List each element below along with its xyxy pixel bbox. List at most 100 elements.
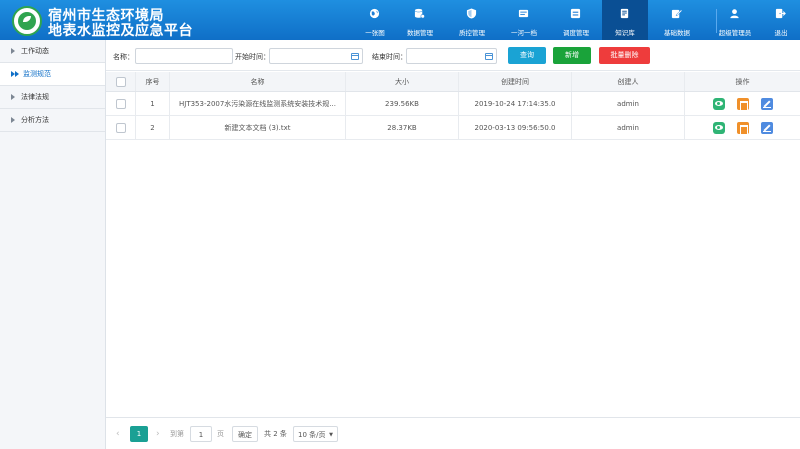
total-count: 共 2 条 [264, 430, 287, 438]
prev-page-icon[interactable]: ‹ [116, 426, 120, 442]
nav-quality-control[interactable]: 质控管理 [446, 0, 498, 40]
cell-name: 新建文本文档 (3).txt [170, 116, 346, 139]
nav-logout[interactable]: 退出 [764, 0, 798, 40]
sidebar-item-laws[interactable]: 法律法规 [0, 86, 105, 109]
main-content: 名称： 开始时间： 结束时间： 查询 新增 批量删除 序号 名称 大小 创建时间… [106, 40, 800, 449]
exit-icon [775, 8, 786, 19]
goto-label: 到第 [170, 430, 184, 438]
cell-actions [685, 92, 800, 115]
dispatch-icon [570, 8, 581, 19]
database-icon [414, 8, 425, 19]
chevron-right-icon [15, 71, 19, 77]
nav-dispatch-management[interactable]: 调度管理 [550, 0, 602, 40]
table-row: 1 HJT353-2007水污染源在线监测系统安装技术规... 239.56KB… [106, 92, 800, 116]
shield-icon [466, 8, 477, 19]
nav-knowledge-base[interactable]: 知识库 [602, 0, 648, 40]
goto-page-input[interactable]: 1 [190, 426, 212, 442]
calendar-icon[interactable] [485, 53, 493, 60]
nav-label: 知识库 [615, 29, 635, 37]
start-time-label: 开始时间： [235, 53, 270, 61]
nav-label: 一张图 [365, 29, 385, 37]
nav-label: 退出 [774, 29, 788, 37]
header-size: 大小 [346, 72, 459, 91]
logo [12, 6, 42, 36]
table-header: 序号 名称 大小 创建时间 创建人 操作 [106, 72, 800, 92]
sidebar: 工作动态 监测规范 法律法规 分析方法 [0, 40, 106, 449]
edit-icon[interactable] [760, 121, 773, 134]
trash-icon[interactable] [736, 97, 749, 111]
nav-label: 数据管理 [407, 29, 433, 37]
chevron-down-icon: ▼ [329, 432, 333, 438]
chevron-right-icon [11, 117, 15, 123]
table-row: 2 新建文本文档 (3).txt 28.37KB 2020-03-13 09:5… [106, 116, 800, 140]
user-icon [730, 9, 739, 19]
edit-icon[interactable] [760, 97, 773, 110]
nav-basic-data[interactable]: 基础数据 [648, 0, 706, 40]
cell-size: 28.37KB [346, 116, 459, 139]
add-button[interactable]: 新增 [553, 47, 591, 64]
start-time-input[interactable] [269, 48, 363, 64]
view-icon[interactable] [712, 121, 725, 134]
nav-one-map[interactable]: 一张图 [356, 0, 394, 40]
file-table: 序号 名称 大小 创建时间 创建人 操作 1 HJT353-2007水污染源在线… [106, 72, 800, 140]
header-no: 序号 [136, 72, 170, 91]
nav-data-management[interactable]: 数据管理 [394, 0, 446, 40]
page-unit-label: 页 [217, 430, 224, 438]
row-select-cell [106, 116, 136, 139]
batch-delete-button[interactable]: 批量删除 [599, 47, 650, 64]
sidebar-item-label: 法律法规 [21, 93, 49, 101]
page-current[interactable]: 1 [130, 426, 148, 442]
select-all-cell [106, 72, 136, 91]
name-input[interactable] [135, 48, 233, 64]
next-page-icon[interactable]: › [156, 426, 160, 442]
chevron-right-icon [11, 94, 15, 100]
row-checkbox[interactable] [115, 122, 126, 133]
chevron-right-icon [11, 48, 15, 54]
nav-label: 调度管理 [563, 29, 589, 37]
sidebar-item-analysis-methods[interactable]: 分析方法 [0, 109, 105, 132]
select-all-checkbox[interactable] [115, 76, 126, 87]
cell-created-time: 2019-10-24 17:14:35.0 [459, 92, 572, 115]
nav-label: 超级管理员 [718, 29, 752, 37]
pagination: ‹ 1 › 到第 1 页 确定 共 2 条 10 条/页 ▼ [106, 417, 800, 449]
nav-label: 质控管理 [459, 29, 485, 37]
sidebar-item-label: 工作动态 [21, 47, 49, 55]
cell-actions [685, 116, 800, 139]
sidebar-item-label: 监测规范 [23, 70, 51, 78]
sidebar-item-work-news[interactable]: 工作动态 [0, 40, 105, 63]
end-time-input[interactable] [406, 48, 497, 64]
top-header: 宿州市生态环境局 地表水监控及应急平台 一张图 数据管理 质控管理 一河一档 调… [0, 0, 800, 40]
search-button[interactable]: 查询 [508, 47, 546, 64]
cell-no: 1 [136, 92, 170, 115]
sidebar-item-monitoring-standards[interactable]: 监测规范 [0, 63, 105, 86]
row-checkbox[interactable] [115, 98, 126, 109]
nav-label: 一河一档 [511, 29, 537, 37]
trash-icon[interactable] [736, 121, 749, 135]
book-icon [620, 8, 629, 19]
goto-confirm-button[interactable]: 确定 [232, 426, 258, 442]
cell-name: HJT353-2007水污染源在线监测系统安装技术规... [170, 92, 346, 115]
header-actions: 操作 [735, 77, 750, 86]
nav-river-archive[interactable]: 一河一档 [498, 0, 550, 40]
cell-created-time: 2020-03-13 09:56:50.0 [459, 116, 572, 139]
nav-divider [716, 9, 717, 33]
cell-creator: admin [572, 92, 685, 115]
cell-no: 2 [136, 116, 170, 139]
header-name: 名称 [170, 72, 346, 91]
edit-icon [671, 9, 682, 19]
cell-creator: admin [572, 116, 685, 139]
nav-user-admin[interactable]: 超级管理员 [706, 0, 764, 40]
sidebar-item-label: 分析方法 [21, 116, 49, 124]
view-icon[interactable] [712, 97, 725, 110]
globe-icon [369, 8, 380, 19]
header-created-time: 创建时间 [459, 72, 572, 91]
search-toolbar: 名称： 开始时间： 结束时间： 查询 新增 批量删除 [106, 40, 800, 71]
cell-size: 239.56KB [346, 92, 459, 115]
calendar-icon[interactable] [351, 53, 359, 60]
page-size-select[interactable]: 10 条/页 ▼ [293, 426, 338, 442]
end-time-label: 结束时间： [372, 53, 407, 61]
app-title-line2: 地表水监控及应急平台 [48, 23, 193, 39]
nav-label: 基础数据 [664, 29, 690, 37]
top-nav: 一张图 数据管理 质控管理 一河一档 调度管理 知识库 基础数据 超级管理员 退… [356, 0, 798, 40]
archive-icon [518, 9, 529, 18]
